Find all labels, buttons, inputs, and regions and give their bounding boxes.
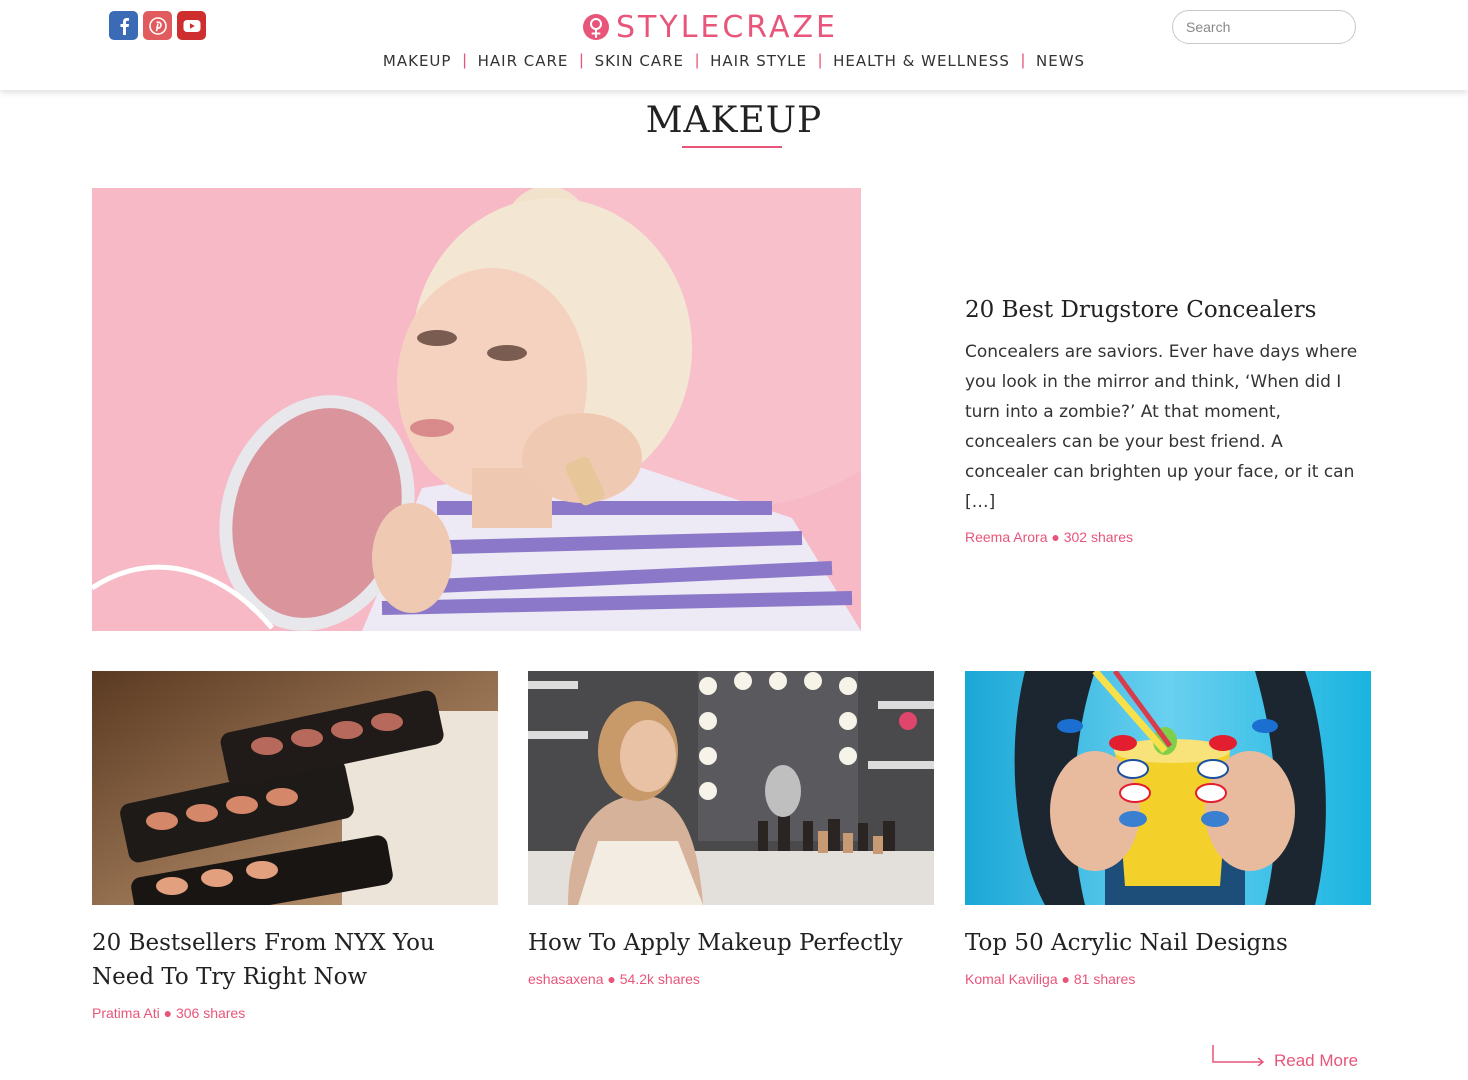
- social-links: [109, 11, 206, 40]
- site-header: STYLECRAZE MAKEUP | HAIR CARE | SKIN CAR…: [0, 0, 1468, 90]
- nav-item-hair-style[interactable]: HAIR STYLE: [699, 50, 818, 72]
- meta-dot: ●: [607, 971, 620, 987]
- nav-item-makeup[interactable]: MAKEUP: [372, 50, 463, 72]
- nav-item-hair-care[interactable]: HAIR CARE: [467, 50, 580, 72]
- article-meta-nyx: Pratima Ati ● 306 shares: [92, 1005, 245, 1021]
- share-count: 306 shares: [175, 1005, 246, 1021]
- author-link[interactable]: Pratima Ati: [92, 1005, 160, 1021]
- meta-dot: ●: [1061, 971, 1074, 987]
- search-input[interactable]: [1173, 11, 1355, 43]
- nav-item-news[interactable]: NEWS: [1025, 50, 1096, 72]
- meta-dot: ●: [163, 1005, 176, 1021]
- logo-icon: [583, 14, 609, 40]
- arrow-right-icon: [1212, 1045, 1265, 1066]
- pinterest-icon[interactable]: [143, 11, 172, 40]
- main-nav: MAKEUP | HAIR CARE | SKIN CARE | HAIR ST…: [0, 50, 1468, 72]
- share-count: 302 shares: [1063, 529, 1134, 545]
- article-title-acrylic-nails[interactable]: Top 50 Acrylic Nail Designs: [965, 926, 1365, 960]
- read-more-label: Read More: [1274, 1051, 1359, 1070]
- article-title-nyx[interactable]: 20 Bestsellers From NYX You Need To Try …: [92, 926, 492, 994]
- facebook-icon[interactable]: [109, 11, 138, 40]
- logo-text: STYLECRAZE: [616, 10, 838, 45]
- featured-article-image[interactable]: [92, 188, 861, 631]
- featured-article-meta: Reema Arora ● 302 shares: [965, 529, 1133, 545]
- nav-item-health-wellness[interactable]: HEALTH & WELLNESS: [822, 50, 1021, 72]
- featured-article-excerpt: Concealers are saviors. Ever have days w…: [965, 342, 1358, 512]
- meta-dot: ●: [1051, 529, 1064, 545]
- share-count: 54.2k shares: [619, 971, 700, 987]
- youtube-icon[interactable]: [177, 11, 206, 40]
- read-more-link[interactable]: Read More: [1212, 1044, 1358, 1070]
- article-image-nyx[interactable]: [92, 671, 498, 905]
- nav-item-skin-care[interactable]: SKIN CARE: [584, 50, 695, 72]
- author-link[interactable]: Komal Kaviliga: [965, 971, 1058, 987]
- title-underline: [682, 146, 782, 148]
- article-image-apply-makeup[interactable]: [528, 671, 934, 905]
- share-count: 81 shares: [1073, 971, 1136, 987]
- search-box: [1172, 10, 1356, 44]
- article-image-acrylic-nails[interactable]: [965, 671, 1371, 905]
- author-link[interactable]: Reema Arora: [965, 529, 1047, 545]
- article-title-apply-makeup[interactable]: How To Apply Makeup Perfectly: [528, 926, 928, 960]
- article-meta-acrylic-nails: Komal Kaviliga ● 81 shares: [965, 971, 1135, 987]
- featured-article-title[interactable]: 20 Best Drugstore Concealers: [965, 294, 1375, 326]
- article-meta-apply-makeup: eshasaxena ● 54.2k shares: [528, 971, 700, 987]
- site-logo[interactable]: STYLECRAZE: [582, 11, 838, 45]
- page-title: MAKEUP: [645, 100, 823, 141]
- author-link[interactable]: eshasaxena: [528, 971, 604, 987]
